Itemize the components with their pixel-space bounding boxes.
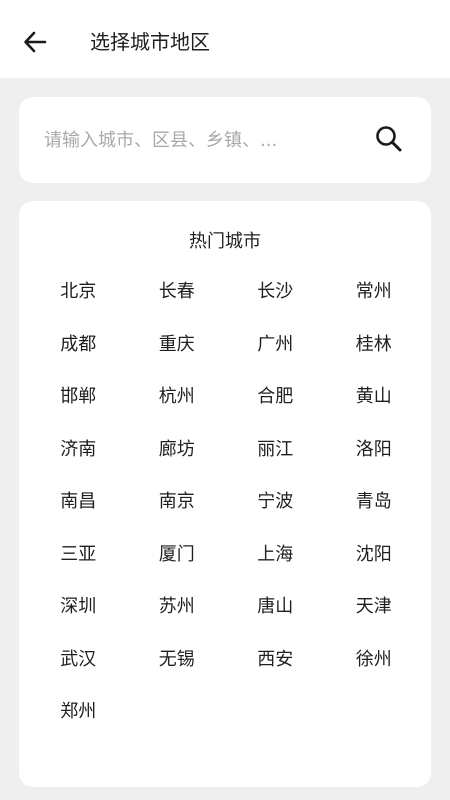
arrow-left-icon xyxy=(24,31,47,53)
back-button[interactable] xyxy=(18,25,52,59)
city-item[interactable]: 武汉 xyxy=(29,645,128,698)
city-item[interactable]: 南京 xyxy=(128,487,227,540)
city-item[interactable]: 北京 xyxy=(29,277,128,330)
city-item[interactable]: 苏州 xyxy=(128,592,227,645)
city-item[interactable]: 南昌 xyxy=(29,487,128,540)
city-item[interactable]: 徐州 xyxy=(325,645,424,698)
top-bar: 选择城市地区 xyxy=(0,0,450,78)
city-item[interactable]: 厦门 xyxy=(128,540,227,593)
city-item[interactable]: 天津 xyxy=(325,592,424,645)
city-item[interactable]: 三亚 xyxy=(29,540,128,593)
city-item[interactable]: 宁波 xyxy=(226,487,325,540)
hot-cities-card: 热门城市 北京 长春 长沙 常州成都 重庆 广州 桂林邯郸 杭州 合肥 黄山济南 廊坊 丽江 洛阳南昌南… xyxy=(19,201,431,787)
city-item[interactable]: 无锡 xyxy=(128,645,227,698)
city-item[interactable]: 沈阳 xyxy=(325,540,424,593)
search-card xyxy=(19,97,431,183)
city-item[interactable]: 桂林 xyxy=(325,330,424,383)
search-icon xyxy=(376,126,402,152)
city-grid: 北京 长春 长沙 常州成都 重庆 广州 桂林邯郸 杭州 合肥 黄山济南 廊坊 丽江 洛阳南昌 南京 宁波 青岛… xyxy=(29,277,423,750)
city-item[interactable]: 洛阳 xyxy=(325,435,424,488)
city-item[interactable]: 长沙 xyxy=(226,277,325,330)
city-item[interactable]: 唐山 xyxy=(226,592,325,645)
city-item[interactable]: 成都 xyxy=(29,330,128,383)
hot-cities-title: 热门城市 xyxy=(189,231,261,252)
search-input[interactable] xyxy=(44,124,344,156)
city-item[interactable]: 重庆 xyxy=(128,330,227,383)
city-item[interactable]: 济南 xyxy=(29,435,128,488)
city-item[interactable]: 邯郸 xyxy=(29,382,128,435)
city-item[interactable]: 上海 xyxy=(226,540,325,593)
city-item[interactable]: 广州 xyxy=(226,330,325,383)
city-item[interactable]: 丽江 xyxy=(226,435,325,488)
city-item[interactable]: 黄山 xyxy=(325,382,424,435)
city-item[interactable]: 郑州 xyxy=(29,697,128,750)
city-item[interactable]: 西安 xyxy=(226,645,325,698)
city-item[interactable]: 合肥 xyxy=(226,382,325,435)
search-button[interactable] xyxy=(369,119,409,159)
city-item[interactable]: 青岛 xyxy=(325,487,424,540)
city-item[interactable]: 长春 xyxy=(128,277,227,330)
city-item[interactable]: 常州 xyxy=(325,277,424,330)
city-item[interactable]: 杭州 xyxy=(128,382,227,435)
page-title: 选择城市地区 xyxy=(90,30,210,54)
city-item[interactable]: 廊坊 xyxy=(128,435,227,488)
city-item[interactable]: 深圳 xyxy=(29,592,128,645)
